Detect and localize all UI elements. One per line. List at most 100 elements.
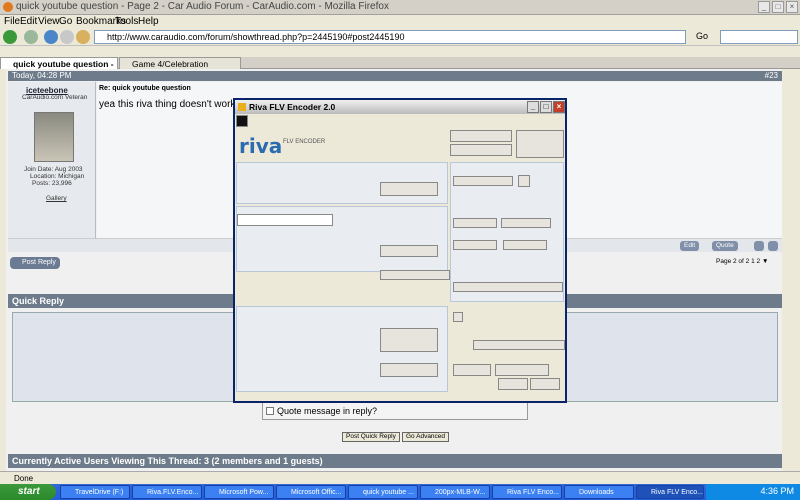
- active-users-header: Currently Active Users Viewing This Thre…: [8, 454, 782, 468]
- riva-close-button[interactable]: ×: [553, 101, 565, 113]
- menu-view[interactable]: View: [38, 16, 60, 27]
- edit-button[interactable]: Edit: [680, 241, 700, 251]
- post-number[interactable]: #23: [765, 71, 778, 81]
- riva-button-b[interactable]: [495, 364, 549, 376]
- firefox-icon: [3, 2, 13, 12]
- user-rank: CarAudio.com Veteran: [22, 94, 88, 101]
- address-bar[interactable]: http://www.caraudio.com/forum/showthread…: [94, 30, 686, 44]
- user-location: Location: Michigan: [30, 173, 85, 180]
- riva-field-2[interactable]: [450, 144, 512, 156]
- page-2-link[interactable]: 2: [757, 258, 761, 265]
- page-1-link[interactable]: 1: [751, 258, 755, 265]
- quote-checkbox-label: Quote message in reply?: [277, 406, 378, 416]
- status-text: Done: [14, 474, 34, 483]
- riva-field-9[interactable]: [453, 282, 563, 292]
- forward-icon[interactable]: [24, 30, 38, 44]
- post-title: Re: quick youtube question: [99, 85, 191, 92]
- window-titlebar: quick youtube question - Page 2 - Car Au…: [0, 0, 800, 15]
- riva-progress-bar: [473, 340, 565, 350]
- riva-field-8[interactable]: [380, 270, 450, 280]
- quote-button[interactable]: Quote: [712, 241, 738, 251]
- post-count: Posts: 23,996: [32, 180, 72, 187]
- post-text: yea this riva thing doesn't work: [99, 99, 236, 110]
- riva-setting-check[interactable]: [518, 175, 530, 187]
- user-panel: iceteebone CarAudio.com Veteran Join Dat…: [8, 82, 96, 250]
- quote-checkbox[interactable]: [266, 407, 274, 415]
- navigation-toolbar: http://www.caraudio.com/forum/showthread…: [0, 28, 800, 46]
- page-menu-icon[interactable]: ▼: [762, 258, 768, 265]
- riva-title: Riva FLV Encoder 2.0: [249, 102, 336, 112]
- system-tray: 4:36 PM: [706, 484, 800, 500]
- menu-go[interactable]: Go: [59, 16, 72, 27]
- menubar: File Edit View Go Bookmarks Tools Help: [0, 15, 800, 28]
- taskbar-item-office[interactable]: Microsoft Offic...: [276, 485, 346, 499]
- post-reply-button[interactable]: Post Reply: [10, 257, 60, 269]
- taskbar-item-downloads[interactable]: Downloads: [564, 485, 634, 499]
- page-label: Page 2 of 2: [716, 258, 750, 265]
- riva-preview-icon: [236, 115, 248, 127]
- close-button[interactable]: ×: [786, 1, 798, 13]
- taskbar-item-riva-1[interactable]: Riva FLV Enco...: [492, 485, 562, 499]
- taskbar-item-riva-2[interactable]: Riva FLV Enco...: [636, 485, 704, 499]
- taskbar-item-traveldrive[interactable]: TravelDrive (F:): [60, 485, 130, 499]
- taskbar: start TravelDrive (F:) Riva.FLV.Enco... …: [0, 484, 800, 500]
- riva-encode-button[interactable]: [380, 328, 438, 352]
- riva-logo-subtitle: FLV ENCODER: [283, 139, 326, 145]
- riva-button-d[interactable]: [530, 378, 560, 390]
- riva-field-6[interactable]: [453, 240, 497, 250]
- riva-button-c[interactable]: [498, 378, 528, 390]
- search-input[interactable]: [720, 30, 798, 44]
- riva-browse-button[interactable]: [380, 182, 438, 196]
- status-bar: Done: [0, 471, 800, 484]
- tab-strip: quick youtube question - Pag... Game 4/C…: [0, 57, 800, 81]
- tab-game4-photos[interactable]: Game 4/Celebration Photos!! - Mot...: [119, 57, 241, 81]
- menu-tools[interactable]: Tools: [115, 16, 138, 27]
- home-icon[interactable]: [76, 30, 90, 44]
- riva-field-3[interactable]: [516, 130, 564, 158]
- riva-cancel-button[interactable]: [380, 363, 438, 377]
- window-title: quick youtube question - Page 2 - Car Au…: [16, 1, 389, 12]
- riva-field-7[interactable]: [503, 240, 547, 250]
- riva-setting-field[interactable]: [453, 176, 513, 186]
- avatar: [34, 112, 74, 162]
- clock: 4:36 PM: [760, 486, 794, 496]
- post-header: Today, 04:28 PM #23: [8, 71, 782, 81]
- maximize-button[interactable]: □: [772, 1, 784, 13]
- reload-icon[interactable]: [44, 30, 58, 44]
- riva-button-a[interactable]: [453, 364, 491, 376]
- post-date: Today, 04:28 PM: [12, 71, 72, 80]
- taskbar-item-powerpoint[interactable]: Microsoft Pow...: [204, 485, 274, 499]
- riva-minimize-button[interactable]: _: [527, 101, 539, 113]
- riva-field-4[interactable]: [453, 218, 497, 228]
- minimize-button[interactable]: _: [758, 1, 770, 13]
- menu-edit[interactable]: Edit: [20, 16, 37, 27]
- riva-maximize-button[interactable]: □: [540, 101, 552, 113]
- menu-help[interactable]: Help: [138, 16, 159, 27]
- riva-logo: riva: [239, 134, 283, 158]
- join-date: Join Date: Aug 2003: [24, 166, 83, 173]
- riva-field-1[interactable]: [450, 130, 512, 142]
- quote-checkbox-row[interactable]: Quote message in reply?: [262, 402, 528, 420]
- multiquote-icon[interactable]: [754, 241, 764, 251]
- riva-option-check[interactable]: [453, 312, 463, 322]
- taskbar-item-riva-folder[interactable]: Riva.FLV.Enco...: [132, 485, 202, 499]
- tab-quick-youtube[interactable]: quick youtube question - Pag...: [0, 57, 118, 81]
- pagination: Page 2 of 2 1 2 ▼: [716, 257, 784, 267]
- taskbar-item-firefox[interactable]: quick youtube ...: [348, 485, 418, 499]
- riva-titlebar: Riva FLV Encoder 2.0 _ □ ×: [235, 100, 565, 114]
- gallery-link[interactable]: Gallery: [46, 195, 67, 202]
- taskbar-item-image[interactable]: 200px-MLB-W...: [420, 485, 490, 499]
- post-quick-reply-button[interactable]: Post Quick Reply: [342, 432, 400, 442]
- stop-icon[interactable]: [60, 30, 74, 44]
- start-button[interactable]: start: [0, 484, 56, 500]
- go-advanced-button[interactable]: Go Advanced: [402, 432, 450, 442]
- back-icon[interactable]: [3, 30, 17, 44]
- menu-file[interactable]: File: [4, 16, 20, 27]
- riva-encoder-window: Riva FLV Encoder 2.0 _ □ × riva FLV ENCO…: [233, 98, 567, 403]
- go-button[interactable]: Go: [696, 31, 708, 41]
- quickquote-icon[interactable]: [768, 241, 778, 251]
- riva-app-icon: [238, 103, 246, 111]
- riva-output-input[interactable]: [237, 214, 333, 226]
- riva-output-button[interactable]: [380, 245, 438, 257]
- riva-field-5[interactable]: [501, 218, 551, 228]
